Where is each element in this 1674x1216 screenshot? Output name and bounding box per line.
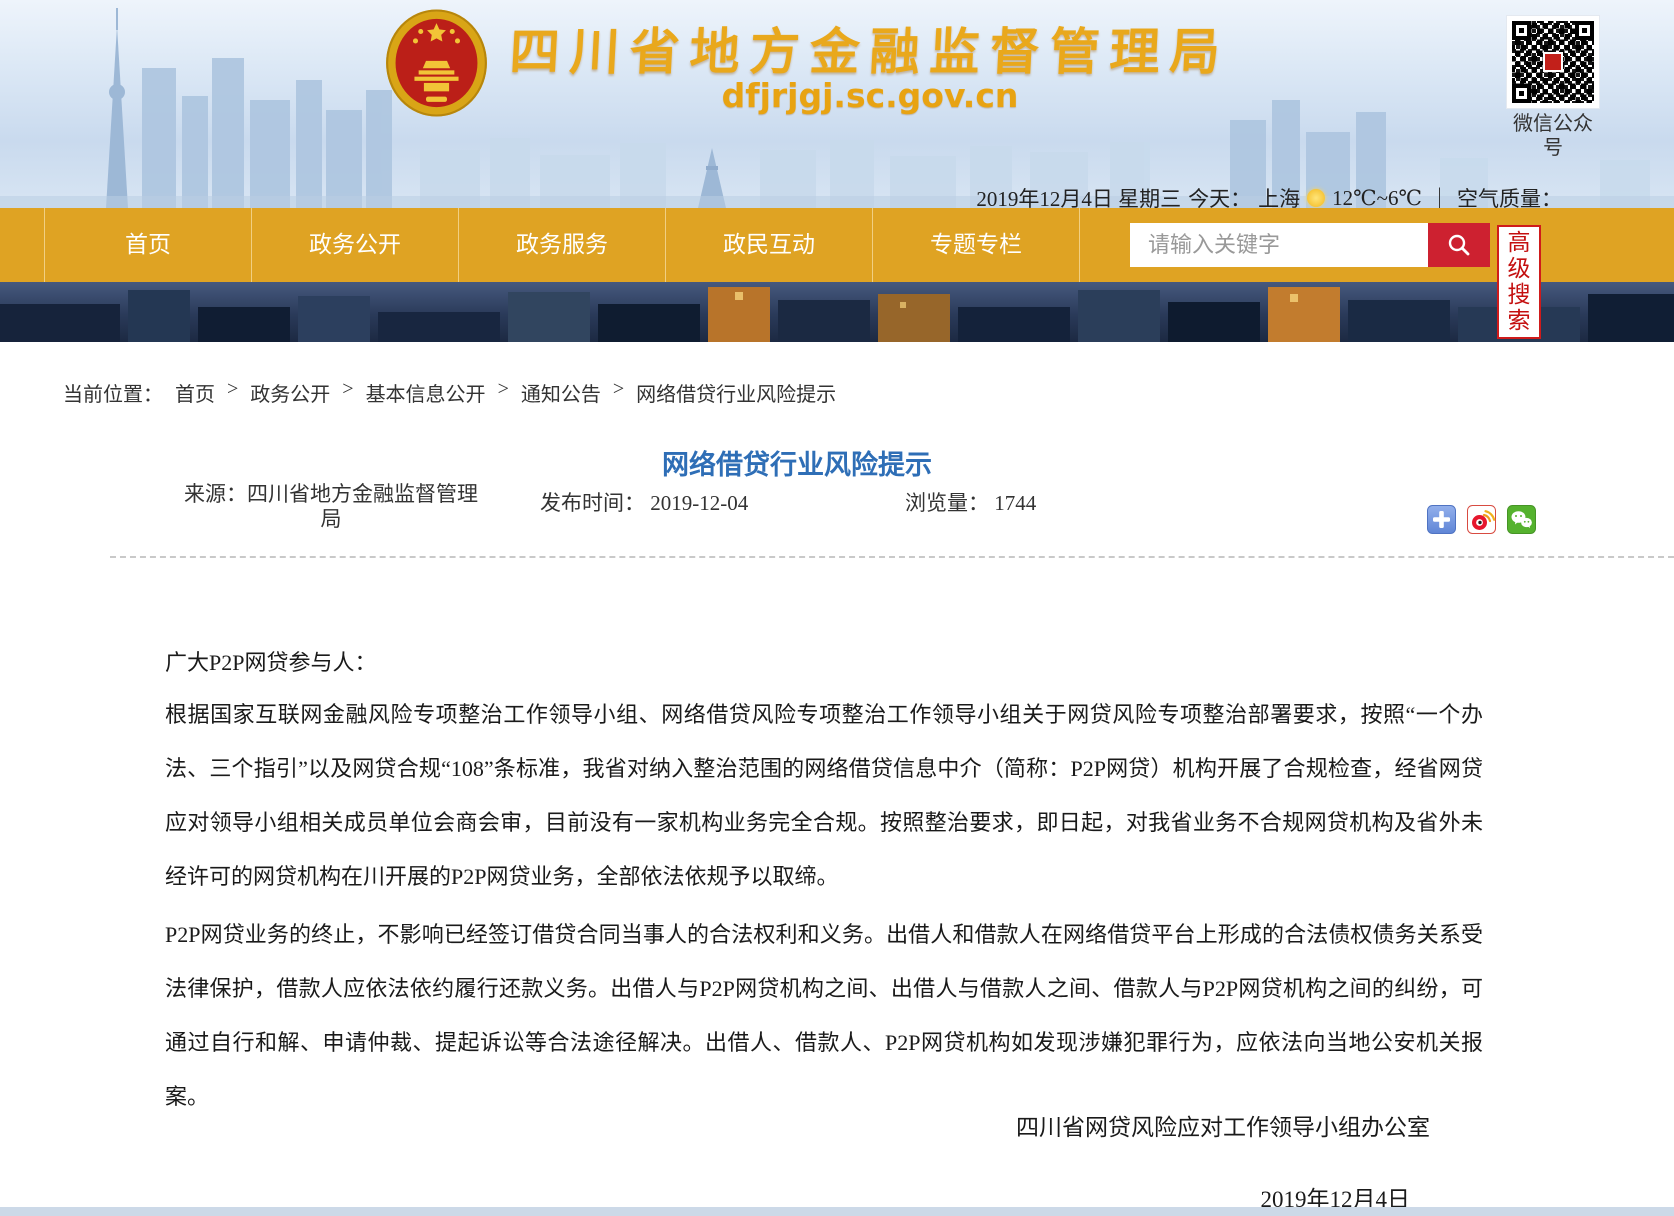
breadcrumb-label: 当前位置： <box>63 384 163 406</box>
site-url: dfjrjgj.sc.gov.cn <box>721 76 1019 115</box>
nav-item-gov-services[interactable]: 政务服务 <box>458 208 665 282</box>
nav-item-interaction[interactable]: 政民互动 <box>665 208 872 282</box>
article-salutation: 广大P2P网贷参与人： <box>165 650 377 675</box>
night-city-strip <box>0 282 1674 342</box>
article-publish-time: 发布时间： 2019-12-04 <box>540 487 748 517</box>
night-skyline-illustration <box>0 287 1674 342</box>
publish-date: 2019-12-04 <box>650 491 749 515</box>
breadcrumb-separator: > <box>227 378 239 400</box>
temperature: 12℃~6℃ <box>1332 185 1422 210</box>
wechat-icon[interactable] <box>1507 505 1536 534</box>
page-title: 网络借贷行业风险提示 <box>662 450 932 480</box>
nav-item-special-topics[interactable]: 专题专栏 <box>872 208 1079 282</box>
breadcrumb-separator: > <box>342 378 354 400</box>
article-paragraph-2: P2P网贷业务的终止，不影响已经签订借贷合同当事人的合法权利和义务。出借人和借款… <box>165 922 1483 1109</box>
breadcrumb-separator: > <box>497 378 509 400</box>
source-label: 来源： <box>184 482 247 506</box>
header-banner: 四川省地方金融监督管理局 dfjrjgj.sc.gov.cn 微信公众号 201… <box>0 0 1674 211</box>
breadcrumb: 当前位置： 首页 > 政务公开 > 基本信息公开 > 通知公告 > 网络借贷行业… <box>63 378 836 407</box>
breadcrumb-item-gov-affairs[interactable]: 政务公开 <box>250 378 330 407</box>
share-bar <box>1427 505 1536 534</box>
article-source: 来源：四川省地方金融监督管理局 <box>175 482 487 532</box>
views-value: 1744 <box>994 491 1037 515</box>
article-view-count: 浏览量： 1744 <box>905 487 1036 517</box>
source-value: 四川省地方金融监督管理局 <box>247 482 478 531</box>
national-emblem-icon <box>386 9 487 117</box>
nav-item-home[interactable]: 首页 <box>44 208 251 282</box>
nav-divider <box>1079 208 1080 282</box>
views-label: 浏览量： <box>905 491 989 515</box>
sun-icon <box>1307 189 1326 207</box>
breadcrumb-item-home[interactable]: 首页 <box>175 378 215 407</box>
site-title: 四川省地方金融监督管理局 <box>508 24 1232 80</box>
wechat-qr-code <box>1507 16 1599 108</box>
search-icon <box>1448 234 1470 256</box>
meta-divider <box>110 556 1674 558</box>
weibo-icon[interactable] <box>1467 505 1496 534</box>
article-paragraph-1: 根据国家互联网金融风险专项整治工作领导小组、网络借贷风险专项整治工作领导小组关于… <box>165 702 1483 889</box>
site-search <box>1130 223 1490 267</box>
breadcrumb-item-current: 网络借贷行业风险提示 <box>636 384 837 406</box>
article-signature: 四川省网贷风险应对工作领导小组办公室 <box>1016 1115 1430 1140</box>
main-navigation: 首页 政务公开 政务服务 政民互动 专题专栏 <box>0 208 1674 282</box>
page: 四川省地方金融监督管理局 dfjrjgj.sc.gov.cn 微信公众号 201… <box>0 0 1674 1216</box>
footer-strip <box>0 1207 1674 1216</box>
qr-label: 微信公众号 <box>1513 113 1593 159</box>
search-input[interactable] <box>1130 223 1428 267</box>
share-plus-icon[interactable] <box>1427 505 1456 534</box>
advanced-search-button[interactable]: 高级搜索 <box>1497 225 1541 339</box>
breadcrumb-separator: > <box>612 378 625 400</box>
search-button[interactable] <box>1428 223 1490 267</box>
publish-label: 发布时间： <box>540 491 645 515</box>
breadcrumb-item-basic-info[interactable]: 基本信息公开 <box>366 378 486 407</box>
nav-item-gov-affairs[interactable]: 政务公开 <box>251 208 458 282</box>
advanced-search-label: 高级搜索 <box>1507 230 1531 333</box>
breadcrumb-item-notices[interactable]: 通知公告 <box>521 378 601 407</box>
qr-center-seal <box>1543 52 1563 72</box>
